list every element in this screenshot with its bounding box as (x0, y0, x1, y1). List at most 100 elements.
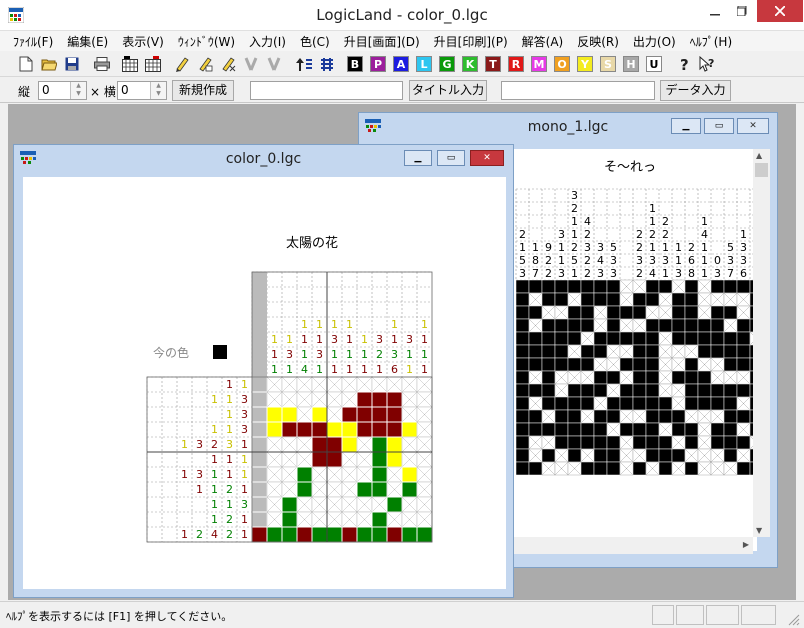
sort-grid-icon[interactable] (317, 54, 337, 74)
puzzle-cell[interactable] (541, 396, 556, 411)
puzzle-cell[interactable] (528, 305, 543, 320)
puzzle-cell[interactable] (684, 435, 699, 450)
puzzle-cell[interactable] (606, 409, 621, 424)
puzzle-cell[interactable] (567, 305, 582, 320)
puzzle-cell[interactable] (684, 357, 699, 372)
puzzle-cell[interactable] (645, 435, 660, 450)
puzzle-cell[interactable] (326, 436, 343, 453)
puzzle-cell[interactable] (554, 422, 569, 437)
puzzle-cell[interactable] (401, 526, 418, 543)
menu-grid-screen[interactable]: 升目[画面](D) (337, 31, 427, 51)
puzzle-cell[interactable] (619, 396, 634, 411)
puzzle-cell[interactable] (515, 344, 530, 359)
help-icon[interactable]: ? (675, 54, 695, 74)
color-puzzle-window[interactable]: color_0.lgc ▁ ▭ ✕ 太陽の花 今の色 1 1 1 1 3 1 1 1 1 4 1 1 3 1 1… (13, 144, 514, 598)
color-button-l[interactable]: L (416, 56, 432, 72)
puzzle-cell[interactable] (723, 305, 738, 320)
color-button-b[interactable]: B (347, 56, 363, 72)
puzzle-cell[interactable] (736, 279, 751, 294)
puzzle-cell[interactable] (580, 292, 595, 307)
puzzle-cell[interactable] (710, 435, 725, 450)
puzzle-cell[interactable] (281, 406, 298, 423)
puzzle-cell[interactable] (593, 331, 608, 346)
puzzle-cell[interactable] (671, 422, 686, 437)
puzzle-cell[interactable] (684, 422, 699, 437)
puzzle-cell[interactable] (593, 422, 608, 437)
puzzle-cell[interactable] (606, 318, 621, 333)
scroll-down-icon[interactable]: ▼ (756, 526, 762, 535)
puzzle-cell[interactable] (326, 526, 343, 543)
puzzle-cell[interactable] (645, 331, 660, 346)
puzzle-cell[interactable] (632, 357, 647, 372)
puzzle-cell[interactable] (251, 376, 268, 393)
puzzle-cell[interactable] (697, 396, 712, 411)
menu-view[interactable]: 表示(V) (115, 31, 171, 51)
puzzle-cell[interactable] (736, 435, 751, 450)
puzzle-cell[interactable] (697, 331, 712, 346)
puzzle-cell[interactable] (371, 481, 388, 498)
puzzle-cell[interactable] (541, 383, 556, 398)
puzzle-cell[interactable] (632, 461, 647, 476)
puzzle-cell[interactable] (554, 318, 569, 333)
puzzle-cell[interactable] (554, 292, 569, 307)
data-input-field[interactable] (501, 81, 655, 100)
color-button-y[interactable]: Y (577, 56, 593, 72)
puzzle-cell[interactable] (251, 511, 268, 528)
mono-window-title-bar[interactable]: mono_1.lgc ▁ ▭ ✕ (359, 113, 777, 141)
puzzle-cell[interactable] (736, 461, 751, 476)
puzzle-cell[interactable] (528, 344, 543, 359)
puzzle-cell[interactable] (528, 279, 543, 294)
title-input-button[interactable]: タイトル入力 (409, 80, 487, 101)
puzzle-cell[interactable] (251, 436, 268, 453)
sort-up-icon[interactable] (294, 54, 314, 74)
puzzle-cell[interactable] (580, 435, 595, 450)
puzzle-cell[interactable] (723, 422, 738, 437)
puzzle-cell[interactable] (619, 305, 634, 320)
puzzle-cell[interactable] (645, 318, 660, 333)
puzzle-cell[interactable] (554, 344, 569, 359)
puzzle-cell[interactable] (281, 526, 298, 543)
puzzle-cell[interactable] (580, 279, 595, 294)
puzzle-cell[interactable] (251, 481, 268, 498)
puzzle-cell[interactable] (723, 331, 738, 346)
color-button-p[interactable]: P (370, 56, 386, 72)
puzzle-cell[interactable] (606, 396, 621, 411)
puzzle-cell[interactable] (567, 409, 582, 424)
puzzle-cell[interactable] (632, 435, 647, 450)
tate-spinner[interactable]: 0 ▲ ▼ (38, 81, 87, 100)
puzzle-cell[interactable] (632, 344, 647, 359)
puzzle-cell[interactable] (326, 451, 343, 468)
puzzle-cell[interactable] (515, 292, 530, 307)
puzzle-cell[interactable] (619, 383, 634, 398)
puzzle-cell[interactable] (580, 422, 595, 437)
mono-restore-button[interactable]: ▭ (704, 118, 734, 134)
puzzle-cell[interactable] (658, 279, 673, 294)
puzzle-cell[interactable] (632, 370, 647, 385)
puzzle-cell[interactable] (341, 526, 358, 543)
puzzle-cell[interactable] (401, 481, 418, 498)
puzzle-cell[interactable] (515, 448, 530, 463)
puzzle-cell[interactable] (515, 383, 530, 398)
puzzle-cell[interactable] (645, 448, 660, 463)
puzzle-cell[interactable] (736, 331, 751, 346)
puzzle-cell[interactable] (645, 292, 660, 307)
color-button-u[interactable]: U (646, 56, 662, 72)
color-button-s[interactable]: S (600, 56, 616, 72)
title-input-field[interactable] (250, 81, 403, 100)
puzzle-cell[interactable] (356, 526, 373, 543)
puzzle-cell[interactable] (326, 421, 343, 438)
puzzle-cell[interactable] (632, 396, 647, 411)
puzzle-cell[interactable] (371, 436, 388, 453)
puzzle-cell[interactable] (723, 396, 738, 411)
puzzle-cell[interactable] (723, 383, 738, 398)
puzzle-cell[interactable] (528, 331, 543, 346)
puzzle-cell[interactable] (371, 466, 388, 483)
puzzle-cell[interactable] (645, 422, 660, 437)
puzzle-cell[interactable] (580, 383, 595, 398)
puzzle-cell[interactable] (684, 370, 699, 385)
puzzle-cell[interactable] (554, 396, 569, 411)
puzzle-cell[interactable] (593, 461, 608, 476)
menu-help[interactable]: ﾍﾙﾌﾟ(H) (683, 31, 739, 51)
puzzle-cell[interactable] (580, 461, 595, 476)
puzzle-cell[interactable] (541, 331, 556, 346)
